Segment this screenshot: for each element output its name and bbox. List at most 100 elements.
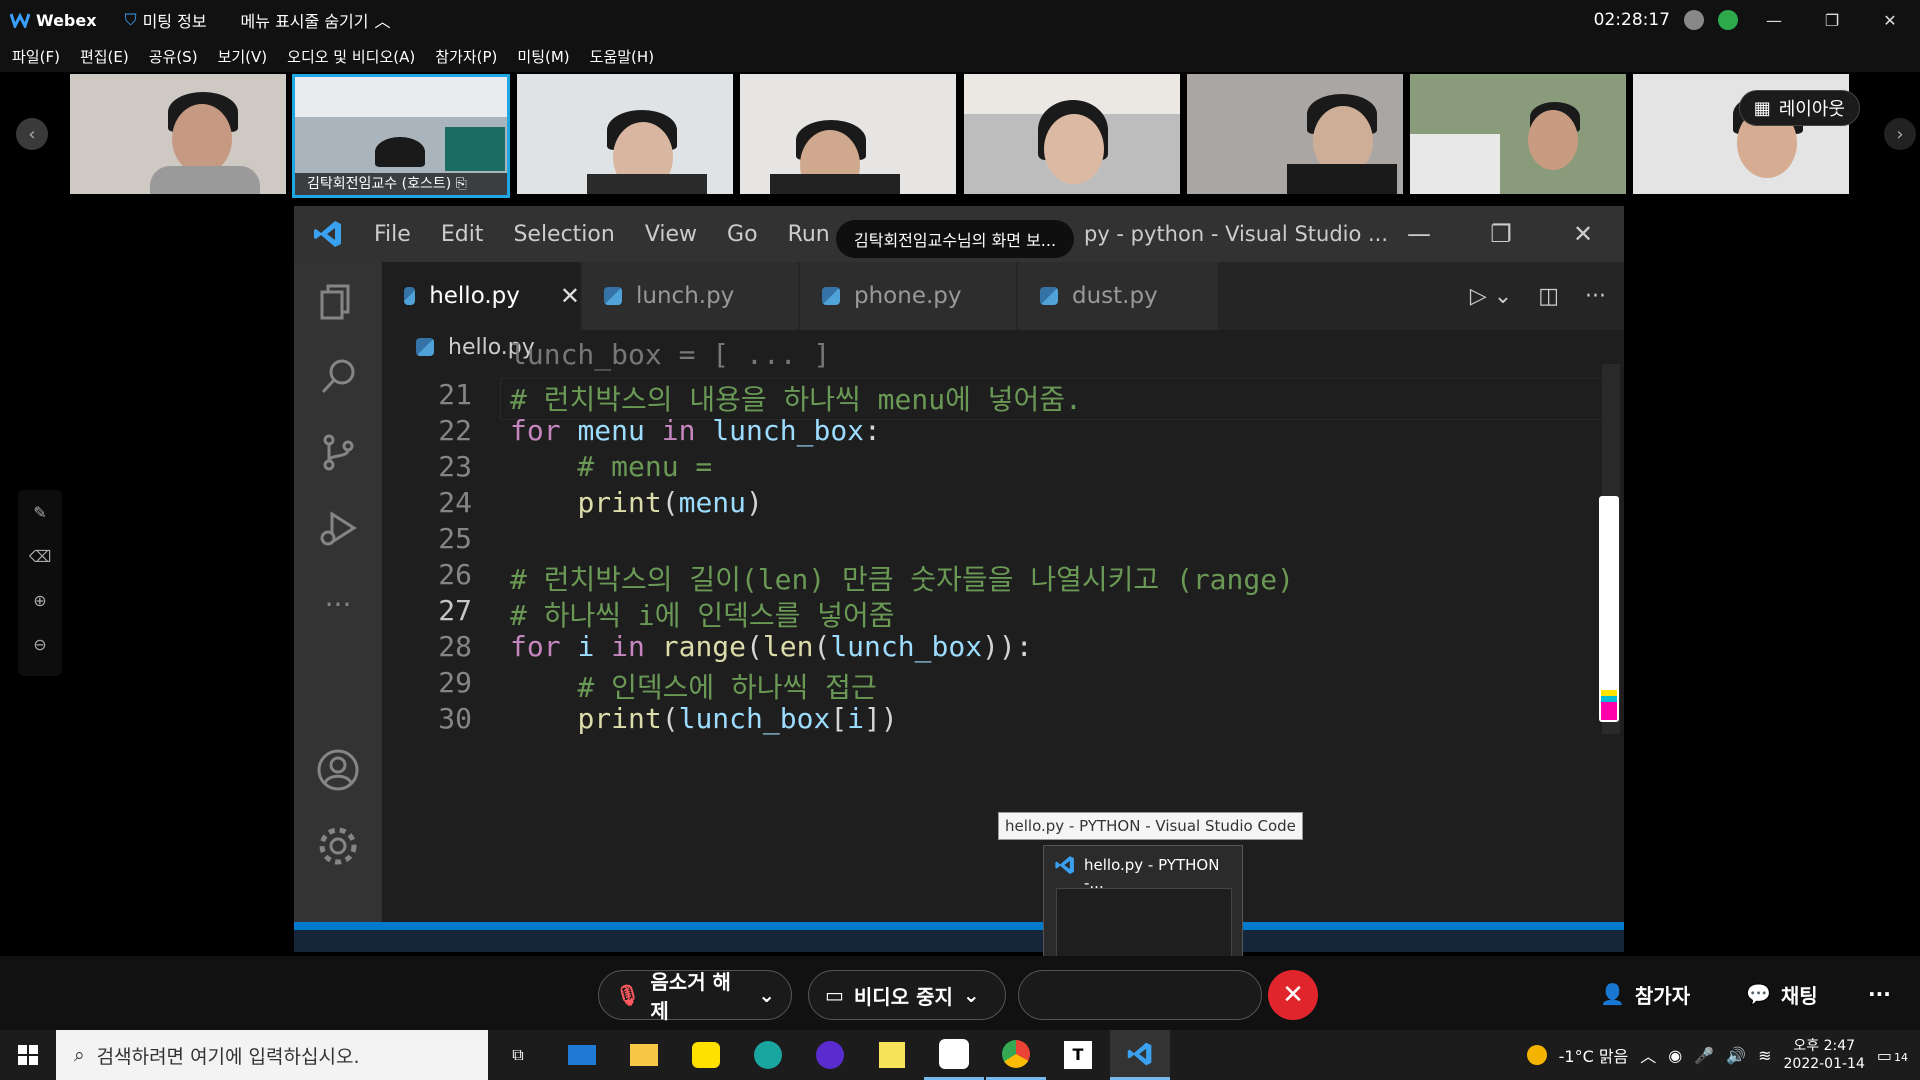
participant-video[interactable]: [1187, 74, 1403, 194]
chat-button[interactable]: 💬 채팅: [1746, 970, 1818, 1018]
search-icon[interactable]: [294, 338, 382, 414]
chevron-up-icon: ︿: [374, 12, 391, 31]
restore-button[interactable]: ❐: [1810, 0, 1854, 40]
mail-icon[interactable]: [552, 1030, 612, 1080]
file-explorer-icon[interactable]: [614, 1030, 674, 1080]
run-file-icon[interactable]: ▷ ⌄: [1470, 284, 1512, 309]
screen-share-notice[interactable]: 김탁회전임교수님의 화면 보...: [836, 220, 1075, 258]
stop-video-button[interactable]: ▭ 비디오 중지 ⌄: [808, 970, 1006, 1020]
annotation-color-swatch[interactable]: [1601, 690, 1617, 720]
settings-gear-icon[interactable]: [294, 808, 382, 884]
vs-menu-edit[interactable]: Edit: [441, 222, 484, 247]
layout-button[interactable]: ▦ 레이아웃: [1738, 90, 1860, 126]
more-actions-icon[interactable]: ···: [1585, 284, 1606, 309]
menu-view[interactable]: 보기(V): [218, 46, 268, 67]
webex-taskbar-icon[interactable]: [924, 1030, 984, 1080]
chrome-icon[interactable]: [986, 1030, 1046, 1080]
strip-next-button[interactable]: ›: [1884, 118, 1916, 150]
eraser-icon[interactable]: ⌫: [18, 534, 62, 578]
vs-menu-file[interactable]: File: [374, 222, 411, 247]
share-button[interactable]: [1018, 970, 1262, 1020]
hide-menu-button[interactable]: 메뉴 표시줄 숨기기 ︿: [241, 8, 391, 32]
line-number: 21: [438, 378, 472, 411]
vs-restore-button[interactable]: ❐: [1460, 206, 1542, 262]
menu-help[interactable]: 도움말(H): [590, 46, 654, 67]
recorder-icon[interactable]: [800, 1030, 860, 1080]
chevron-up-icon[interactable]: ︿: [1640, 1043, 1656, 1067]
run-debug-icon[interactable]: [294, 490, 382, 566]
menu-meeting[interactable]: 미팅(M): [517, 46, 569, 67]
lock-icon: [1684, 10, 1704, 30]
sticky-notes-icon[interactable]: [862, 1030, 922, 1080]
notification-count: 14: [1894, 1050, 1908, 1064]
typora-icon[interactable]: T: [1048, 1030, 1108, 1080]
line-number: 27: [438, 594, 472, 627]
strip-prev-button[interactable]: ‹: [16, 118, 48, 150]
vscode-logo-icon: [314, 221, 341, 247]
annotation-side-tools: ✎ ⌫ ⊕ ⊖: [18, 490, 62, 676]
participant-video[interactable]: [1410, 74, 1626, 194]
menu-share[interactable]: 공유(S): [149, 46, 198, 67]
annotation-toolbar[interactable]: [1599, 496, 1619, 722]
participant-video[interactable]: [70, 74, 286, 194]
tab-phone-py[interactable]: phone.py: [800, 262, 1016, 330]
vs-menu-selection[interactable]: Selection: [513, 222, 614, 247]
network-health-icon[interactable]: [1718, 10, 1738, 30]
zoom-out-icon[interactable]: ⊖: [18, 622, 62, 666]
chat-bubble-icon: 💬: [1746, 982, 1771, 1006]
explorer-icon[interactable]: [294, 262, 382, 338]
participant-video[interactable]: [740, 74, 956, 194]
pen-icon[interactable]: ✎: [18, 490, 62, 534]
tab-hello-py[interactable]: hello.py ✕: [382, 262, 580, 330]
participant-video[interactable]: [517, 74, 733, 194]
zoom-in-icon[interactable]: ⊕: [18, 578, 62, 622]
task-view-icon[interactable]: ⧉: [488, 1030, 548, 1080]
taskbar-search-box[interactable]: ⌕ 검색하려면 여기에 입력하십시오.: [56, 1030, 488, 1080]
menu-participants[interactable]: 참가자(P): [435, 46, 497, 67]
end-meeting-button[interactable]: ✕: [1268, 970, 1318, 1020]
vs-menu-run[interactable]: Run: [788, 222, 830, 247]
edge-icon[interactable]: [738, 1030, 798, 1080]
more-options-button[interactable]: ···: [1868, 970, 1891, 1018]
close-tab-icon[interactable]: ✕: [560, 282, 580, 310]
unmute-button[interactable]: 🎙 음소거 해제 ⌄: [598, 970, 792, 1023]
participants-button[interactable]: 👤 참가자: [1600, 970, 1690, 1018]
python-icon: [822, 287, 840, 305]
host-video[interactable]: 김탁회전임교수 (호스트) ⎘: [292, 74, 510, 198]
participants-label: 참가자: [1634, 983, 1691, 1008]
menu-edit[interactable]: 편집(E): [80, 46, 129, 67]
minimize-button[interactable]: —: [1752, 0, 1796, 40]
vscode-taskbar-icon[interactable]: [1110, 1030, 1170, 1080]
menu-file[interactable]: 파일(F): [12, 46, 60, 67]
notification-icon[interactable]: ▭ 14: [1877, 1046, 1908, 1065]
system-clock[interactable]: 오후 2:47 2022-01-14: [1784, 1037, 1865, 1073]
chevron-down-icon[interactable]: ⌄: [963, 983, 980, 1007]
weather-text[interactable]: -1°C 맑음: [1559, 1043, 1629, 1067]
wifi-icon[interactable]: ≋: [1758, 1046, 1771, 1065]
volume-icon[interactable]: 🔊: [1726, 1046, 1746, 1065]
python-icon: [404, 287, 416, 305]
hide-menu-label: 메뉴 표시줄 숨기기: [240, 12, 369, 31]
tab-dust-py[interactable]: dust.py: [1018, 262, 1218, 330]
webcam-icon[interactable]: ◉: [1668, 1046, 1682, 1065]
chevron-down-icon[interactable]: ⌄: [758, 983, 775, 1007]
vs-menu-go[interactable]: Go: [727, 222, 758, 247]
split-editor-icon[interactable]: ◫: [1538, 284, 1559, 309]
menu-audio-video[interactable]: 오디오 및 비디오(A): [287, 46, 415, 67]
windows-start-button[interactable]: [0, 1030, 56, 1080]
tab-lunch-py[interactable]: lunch.py: [582, 262, 798, 330]
app-name: Webex: [36, 10, 97, 30]
more-icon[interactable]: ···: [294, 566, 382, 642]
close-button[interactable]: ✕: [1868, 0, 1912, 40]
account-icon[interactable]: [294, 732, 382, 808]
meeting-info-label: 미팅 정보: [142, 12, 207, 31]
vs-close-button[interactable]: ✕: [1542, 206, 1624, 262]
microphone-icon[interactable]: 🎤: [1694, 1046, 1714, 1065]
vs-minimize-button[interactable]: —: [1378, 206, 1460, 262]
line-number: 23: [438, 450, 472, 483]
participant-video[interactable]: [964, 74, 1180, 194]
vs-menu-view[interactable]: View: [645, 222, 697, 247]
kakaotalk-icon[interactable]: [676, 1030, 736, 1080]
meeting-info-button[interactable]: ⛉ 미팅 정보: [125, 8, 207, 32]
source-control-icon[interactable]: [294, 414, 382, 490]
